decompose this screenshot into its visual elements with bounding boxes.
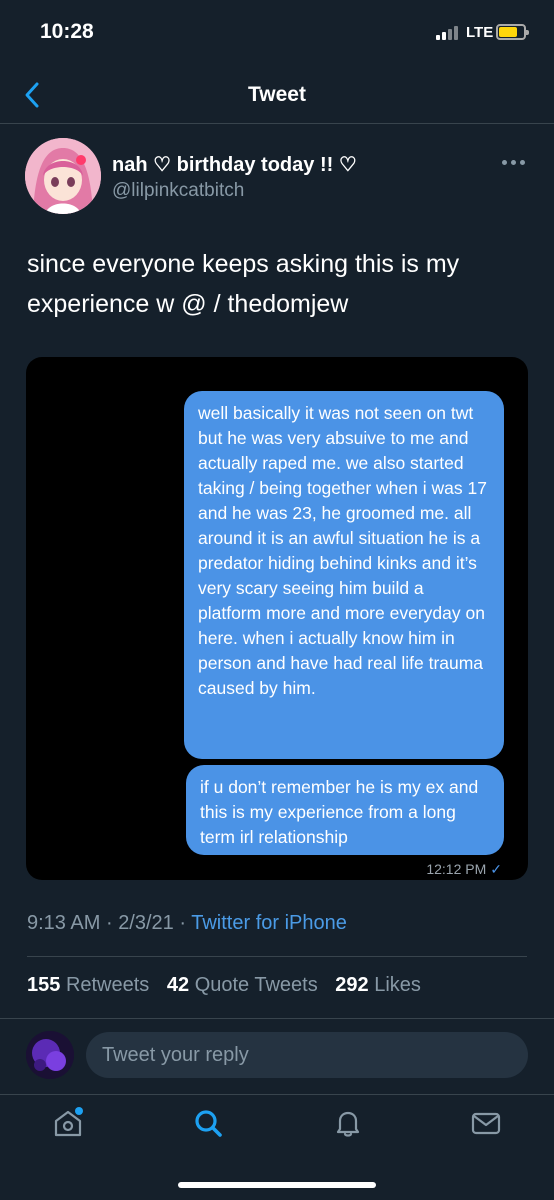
more-options-button[interactable]	[500, 156, 530, 168]
retweets-label: Retweets	[65, 974, 150, 996]
avatar-image	[25, 138, 101, 214]
mail-icon	[471, 1112, 501, 1135]
avatar[interactable]	[25, 138, 101, 214]
my-avatar[interactable]	[26, 1031, 74, 1079]
likes-stat[interactable]: 292 Likes	[335, 974, 421, 996]
quote-tweets-stat[interactable]: 42 Quote Tweets	[167, 974, 318, 996]
meta-separator: ·	[105, 912, 113, 934]
page-title: Tweet	[248, 83, 306, 106]
bell-icon	[336, 1111, 360, 1137]
nav-bar: Tweet	[0, 66, 554, 124]
tab-messages[interactable]	[470, 1107, 502, 1139]
my-avatar-image	[26, 1031, 74, 1079]
tweet-header: nah ♡ birthday today !! ♡ @lilpinkcatbit…	[0, 138, 554, 218]
battery-icon	[496, 24, 529, 40]
home-icon	[54, 1107, 83, 1137]
cellular-signal-icon	[436, 25, 460, 40]
retweets-stat[interactable]: 155 Retweets	[27, 974, 149, 996]
retweets-count: 155	[27, 974, 61, 996]
divider	[27, 956, 527, 957]
tab-home[interactable]	[52, 1107, 84, 1139]
message-bubble: well basically it was not seen on twt bu…	[184, 391, 504, 759]
read-check-icon: ✓	[490, 861, 502, 877]
status-time: 10:28	[40, 20, 94, 43]
reply-input[interactable]: Tweet your reply	[86, 1032, 528, 1078]
status-bar: 10:28 LTE	[0, 0, 554, 66]
reply-bar: Tweet your reply	[0, 1018, 554, 1094]
message-timestamp: 12:12 PM ✓	[426, 861, 502, 878]
message-time: 12:12 PM	[426, 861, 487, 877]
display-name[interactable]: nah ♡ birthday today !! ♡	[112, 152, 357, 177]
tweet-stats: 155 Retweets 42 Quote Tweets 292 Likes	[27, 974, 433, 997]
tab-notifications[interactable]	[332, 1107, 364, 1139]
message-bubble: if u don’t remember he is my ex and this…	[186, 765, 504, 855]
search-icon	[195, 1110, 222, 1137]
tweet-text: since everyone keeps asking this is my e…	[27, 250, 460, 318]
network-type: LTE	[466, 24, 494, 41]
user-handle[interactable]: @lilpinkcatbitch	[112, 180, 244, 202]
tab-search[interactable]	[192, 1107, 224, 1139]
tweet-source-link[interactable]: Twitter for iPhone	[191, 912, 347, 934]
tweet-media-image[interactable]: well basically it was not seen on twt bu…	[26, 357, 528, 880]
tweet-date: 2/3/21	[118, 912, 174, 934]
tweet-timestamp: 9:13 AM · 2/3/21 · Twitter for iPhone	[27, 912, 347, 935]
quotes-label: Quote Tweets	[194, 974, 318, 996]
meta-separator: ·	[179, 912, 187, 934]
home-indicator	[178, 1182, 376, 1188]
likes-label: Likes	[374, 974, 421, 996]
likes-count: 292	[335, 974, 369, 996]
tweet-time: 9:13 AM	[27, 912, 101, 934]
quotes-count: 42	[166, 974, 190, 996]
